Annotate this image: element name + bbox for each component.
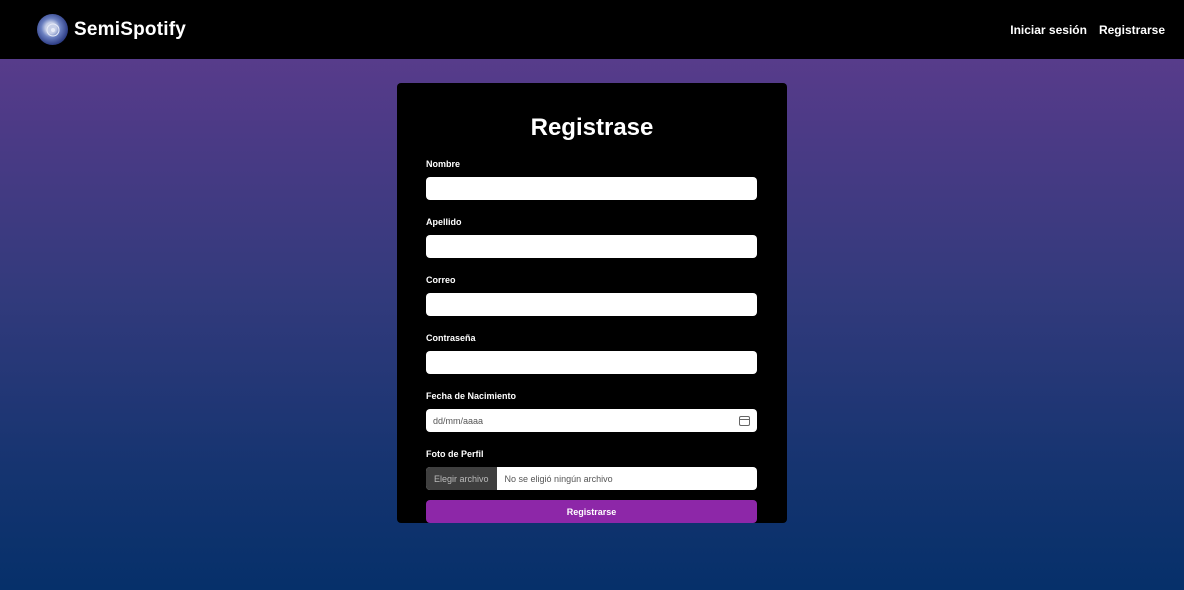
register-card: Registrase Nombre Apellido Correo Contra… [397, 83, 787, 523]
nombre-input[interactable] [426, 177, 757, 200]
nav-links: Iniciar sesión Registrarse [1010, 23, 1165, 37]
file-status: No se eligió ningún archivo [504, 473, 613, 484]
register-link[interactable]: Registrarse [1099, 23, 1165, 37]
choose-file-button[interactable]: Elegir archivo [426, 467, 497, 490]
fecha-nacimiento-input[interactable]: dd/mm/aaaa [426, 409, 757, 432]
correo-input[interactable] [426, 293, 757, 316]
brand-name: SemiSpotify [74, 18, 186, 40]
login-link[interactable]: Iniciar sesión [1010, 23, 1087, 37]
fecha-label: Fecha de Nacimiento [426, 391, 517, 401]
correo-label: Correo [426, 275, 456, 285]
apellido-label: Apellido [426, 217, 462, 227]
register-submit-button[interactable]: Registrarse [426, 500, 757, 523]
fecha-placeholder: dd/mm/aaaa [433, 415, 484, 426]
vinyl-logo-icon [37, 14, 68, 45]
calendar-icon[interactable] [739, 415, 750, 426]
contrasena-label: Contraseña [426, 333, 476, 343]
nombre-label: Nombre [426, 159, 461, 169]
foto-perfil-input[interactable]: Elegir archivo No se eligió ningún archi… [426, 467, 757, 490]
contrasena-input[interactable] [426, 351, 757, 374]
foto-label: Foto de Perfil [426, 449, 484, 459]
brand[interactable]: SemiSpotify [37, 14, 186, 45]
form-title: Registrase [530, 114, 654, 141]
top-navbar: SemiSpotify Iniciar sesión Registrarse [0, 0, 1184, 59]
apellido-input[interactable] [426, 235, 757, 258]
